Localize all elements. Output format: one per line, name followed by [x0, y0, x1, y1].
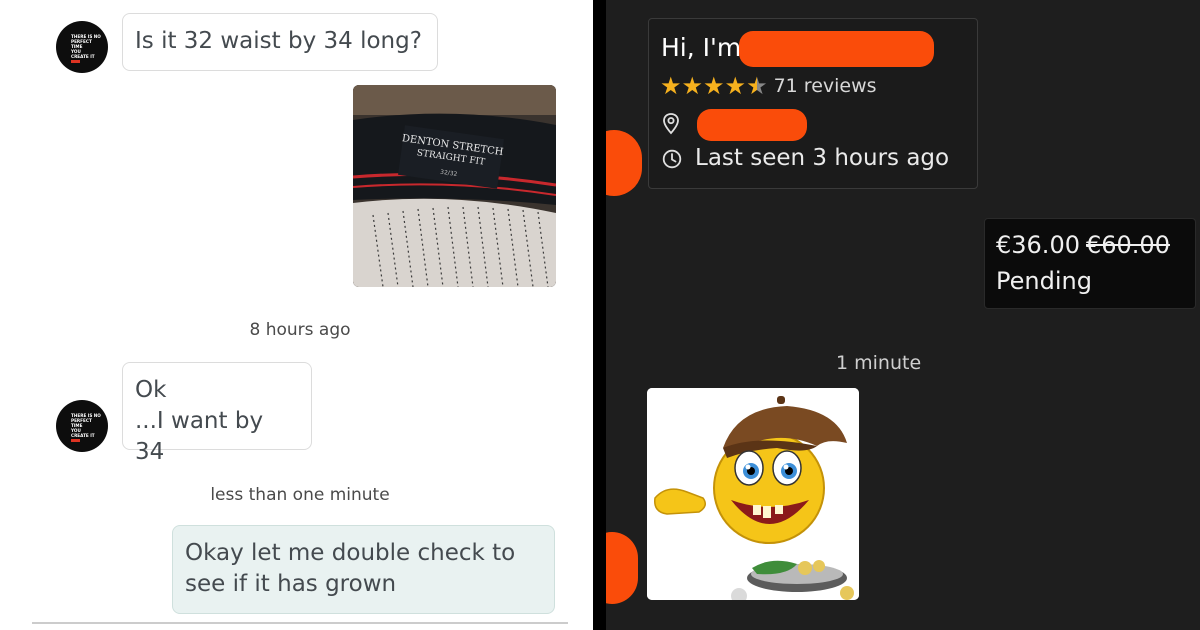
last-seen-text: Last seen 3 hours ago — [695, 145, 950, 171]
right-chat-panel: Hi, I'm ★ ★ ★ ★ ★ 71 reviews Last seen 3… — [606, 0, 1200, 630]
offer-price: €36.00 €60.00 — [996, 231, 1170, 259]
redacted-name — [739, 31, 934, 67]
avatar[interactable]: THERE IS NO PERFECT TIME YOU CREATE IT — [56, 400, 108, 452]
offer-status: Pending — [996, 267, 1092, 295]
message-bubble-incoming[interactable]: Ok ...I want by 34 — [122, 362, 312, 465]
avatar-tag — [71, 439, 80, 442]
timestamp: 1 minute — [836, 352, 922, 374]
message-text: Is it 32 waist by 34 long? — [135, 28, 422, 54]
star-icon: ★ — [724, 72, 747, 100]
timestamp: 8 hours ago — [249, 320, 351, 340]
price-old: €60.00 — [1085, 231, 1170, 259]
reviews-count[interactable]: 71 reviews — [774, 75, 877, 97]
panel-divider — [593, 0, 606, 630]
avatar-tag — [71, 60, 80, 63]
message-bubble-incoming[interactable]: Is it 32 waist by 34 long? — [122, 13, 438, 71]
seller-profile-card[interactable]: Hi, I'm ★ ★ ★ ★ ★ 71 reviews Last seen 3… — [648, 18, 978, 189]
redaction-mark — [606, 532, 638, 604]
shared-photo[interactable]: DENTON STRETCH STRAIGHT FIT 32/32 — [353, 85, 556, 287]
sticker-image[interactable] — [647, 388, 859, 600]
redaction-mark — [606, 130, 642, 196]
location-pin-icon — [663, 113, 679, 135]
left-chat-panel: THERE IS NO PERFECT TIME YOU CREATE IT I… — [0, 0, 593, 630]
message-bubble-outgoing[interactable]: Okay let me double check to see if it ha… — [172, 525, 555, 614]
price-current: €36.00 — [996, 231, 1080, 259]
star-half-icon: ★ — [746, 72, 768, 100]
clock-icon — [662, 149, 682, 169]
composer-divider — [32, 622, 568, 624]
star-icon: ★ — [681, 72, 704, 100]
rating-stars[interactable]: ★ ★ ★ ★ ★ 71 reviews — [660, 73, 877, 99]
avatar[interactable]: THERE IS NO PERFECT TIME YOU CREATE IT — [56, 21, 108, 73]
message-text: Okay let me double check to — [185, 540, 516, 566]
timestamp: less than one minute — [210, 485, 390, 505]
star-icon: ★ — [660, 72, 682, 100]
greeting-text: Hi, I'm — [661, 33, 742, 62]
offer-message[interactable]: €36.00 €60.00 Pending — [984, 218, 1196, 309]
message-text: ...I want by 34 — [135, 408, 264, 465]
message-text: see if it has grown — [185, 571, 397, 597]
star-icon: ★ — [703, 72, 725, 100]
message-text: Ok — [135, 377, 167, 403]
redacted-location — [697, 109, 807, 141]
